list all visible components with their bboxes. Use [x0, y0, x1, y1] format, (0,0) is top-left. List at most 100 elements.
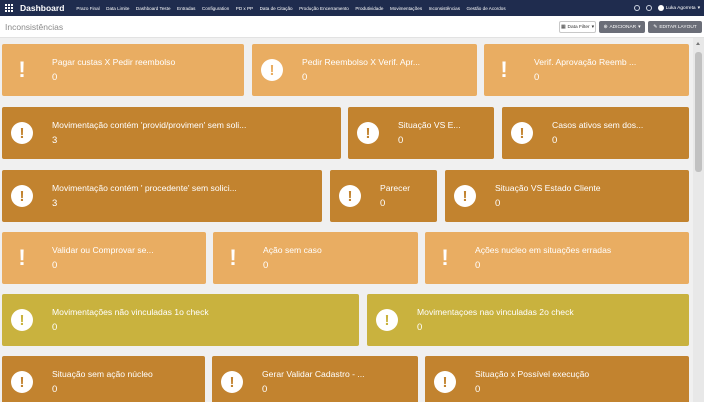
menu-item[interactable]: Gestão de Acordos	[467, 6, 506, 11]
plus-icon: ⊕	[603, 24, 608, 30]
card-title: Pagar custas X Pedir reembolso	[52, 57, 176, 67]
exclamation-icon: !	[441, 245, 449, 270]
exclamation-circle-icon: !	[434, 371, 456, 393]
exclamation-circle-icon: !	[221, 371, 243, 393]
menu-item[interactable]: Movimentações	[390, 6, 422, 11]
card-title: Ação sem caso	[263, 245, 322, 255]
exclamation-circle-icon: !	[11, 371, 33, 393]
exclamation-circle-icon: !	[11, 185, 33, 207]
chevron-down-icon: ▾	[697, 5, 700, 11]
kpi-card[interactable]: ! Movimentação contém 'provid/provimen' …	[2, 107, 341, 159]
exclamation-icon: !	[18, 245, 26, 270]
menu-item[interactable]: Produtividade	[355, 6, 383, 11]
kpi-card[interactable]: ! Pedir Reembolso X Verif. Apr... 0	[252, 44, 477, 96]
avatar	[657, 5, 664, 11]
kpi-card[interactable]: ! Casos ativos sem dos... 0	[502, 107, 689, 159]
kpi-card[interactable]: ! Verif. Aprovação Reemb ... 0	[484, 44, 689, 96]
scrollbar-thumb[interactable]	[695, 52, 702, 172]
kpi-card[interactable]: ! Situação sem ação núcleo 0	[2, 356, 205, 402]
clock-icon[interactable]	[645, 5, 652, 11]
card-value: 0	[417, 322, 423, 333]
card-value: 0	[475, 384, 481, 395]
kpi-card[interactable]: ! Movimentações não vinculadas 1o check …	[2, 294, 359, 346]
kpi-card[interactable]: ! Ações nucleo em situações erradas 0	[425, 232, 689, 284]
exclamation-circle-icon: !	[11, 122, 33, 144]
menu-item[interactable]: Data Limite	[106, 6, 129, 11]
edit-layout-button[interactable]: ✎ EDITAR LAYOUT	[648, 21, 702, 33]
user-menu[interactable]: Luka Agorreta ▾	[657, 5, 700, 11]
menu-item[interactable]: Prazo Final	[76, 6, 99, 11]
kpi-card[interactable]: ! Situação VS Estado Cliente 0	[445, 170, 689, 222]
kpi-card[interactable]: ! Pagar custas X Pedir reembolso 0	[2, 44, 244, 96]
card-value: 0	[52, 260, 58, 271]
apps-grid-icon[interactable]	[0, 0, 18, 16]
kpi-card[interactable]: ! Situação VS E... 0	[348, 107, 494, 159]
card-title: Gerar Validar Cadastro - ...	[262, 369, 365, 379]
kpi-card[interactable]: ! Gerar Validar Cadastro - ... 0	[212, 356, 418, 402]
page-title: Inconsistências	[5, 22, 64, 32]
card-title: Casos ativos sem dos...	[552, 120, 644, 130]
main-menu: Prazo Final Data Limite Dashboard Teste …	[76, 6, 512, 11]
kpi-card[interactable]: ! Movimentaçoes nao vinculadas 2o check …	[367, 294, 689, 346]
exclamation-circle-icon: !	[511, 122, 533, 144]
card-title: Situação sem ação núcleo	[52, 369, 153, 379]
calendar-icon: ▦	[560, 24, 566, 30]
user-name: Luka Agorreta	[665, 5, 696, 11]
nav-right-tools: Luka Agorreta ▾	[633, 0, 700, 16]
kpi-card[interactable]: ! Validar ou Comprovar se... 0	[2, 232, 206, 284]
add-button[interactable]: ⊕ ADICIONAR ▾	[599, 21, 645, 33]
kpi-card[interactable]: ! Situação x Possível execução 0	[425, 356, 689, 402]
card-value: 0	[262, 384, 268, 395]
chat-icon[interactable]	[633, 5, 640, 11]
card-title: Verif. Aprovação Reemb ...	[534, 57, 637, 67]
menu-item[interactable]: Dashboard Teste	[136, 6, 171, 11]
card-value: 0	[380, 198, 386, 209]
menu-item[interactable]: Produção Encerramento	[299, 6, 349, 11]
menu-item[interactable]: Entradas	[177, 6, 195, 11]
scrollbar[interactable]	[693, 38, 704, 402]
chevron-down-icon: ▾	[591, 24, 595, 30]
menu-item[interactable]: Inconsistências	[429, 6, 460, 11]
card-value: 0	[302, 72, 308, 83]
menu-item[interactable]: Configuration	[202, 6, 229, 11]
exclamation-circle-icon: !	[376, 309, 398, 331]
kpi-card[interactable]: ! Movimentação contém ' procedente' sem …	[2, 170, 322, 222]
card-title: Situação VS Estado Cliente	[495, 183, 601, 193]
card-value: 3	[52, 198, 58, 209]
card-value: 3	[52, 135, 58, 146]
date-filter-label: Data Filter	[567, 24, 590, 30]
card-value: 0	[398, 135, 404, 146]
date-filter-button[interactable]: ▦ Data Filter ▾	[559, 21, 596, 33]
add-label: ADICIONAR	[609, 24, 637, 30]
exclamation-circle-icon: !	[11, 309, 33, 331]
exclamation-icon: !	[500, 57, 508, 82]
card-title: Situação VS E...	[398, 120, 461, 130]
card-title: Validar ou Comprovar se...	[52, 245, 154, 255]
exclamation-circle-icon: !	[339, 185, 361, 207]
card-title: Pedir Reembolso X Verif. Apr...	[302, 57, 420, 67]
top-navbar: Dashboard Prazo Final Data Limite Dashbo…	[0, 0, 704, 16]
scroll-up-arrow-icon[interactable]	[696, 42, 700, 45]
exclamation-icon: !	[229, 245, 237, 270]
card-title: Movimentação contém 'provid/provimen' se…	[52, 120, 247, 130]
kpi-card[interactable]: ! Parecer 0	[330, 170, 437, 222]
exclamation-circle-icon: !	[357, 122, 379, 144]
exclamation-icon: !	[18, 57, 26, 82]
card-title: Movimentaçoes nao vinculadas 2o check	[417, 307, 574, 317]
chevron-down-icon: ▾	[638, 24, 641, 30]
menu-item[interactable]: Data de Citação	[260, 6, 293, 11]
card-value: 0	[52, 384, 58, 395]
card-title: Movimentação contém ' procedente' sem so…	[52, 183, 237, 193]
menu-item[interactable]: PD x PP	[236, 6, 253, 11]
app-brand[interactable]: Dashboard	[20, 3, 64, 13]
exclamation-circle-icon: !	[261, 59, 283, 81]
card-value: 0	[495, 198, 501, 209]
card-title: Parecer	[380, 183, 411, 193]
card-title: Situação x Possível execução	[475, 369, 590, 379]
card-value: 0	[475, 260, 481, 271]
card-value: 0	[52, 322, 58, 333]
kpi-card[interactable]: ! Ação sem caso 0	[213, 232, 418, 284]
card-value: 0	[534, 72, 540, 83]
exclamation-circle-icon: !	[454, 185, 476, 207]
card-title: Ações nucleo em situações erradas	[475, 245, 612, 255]
